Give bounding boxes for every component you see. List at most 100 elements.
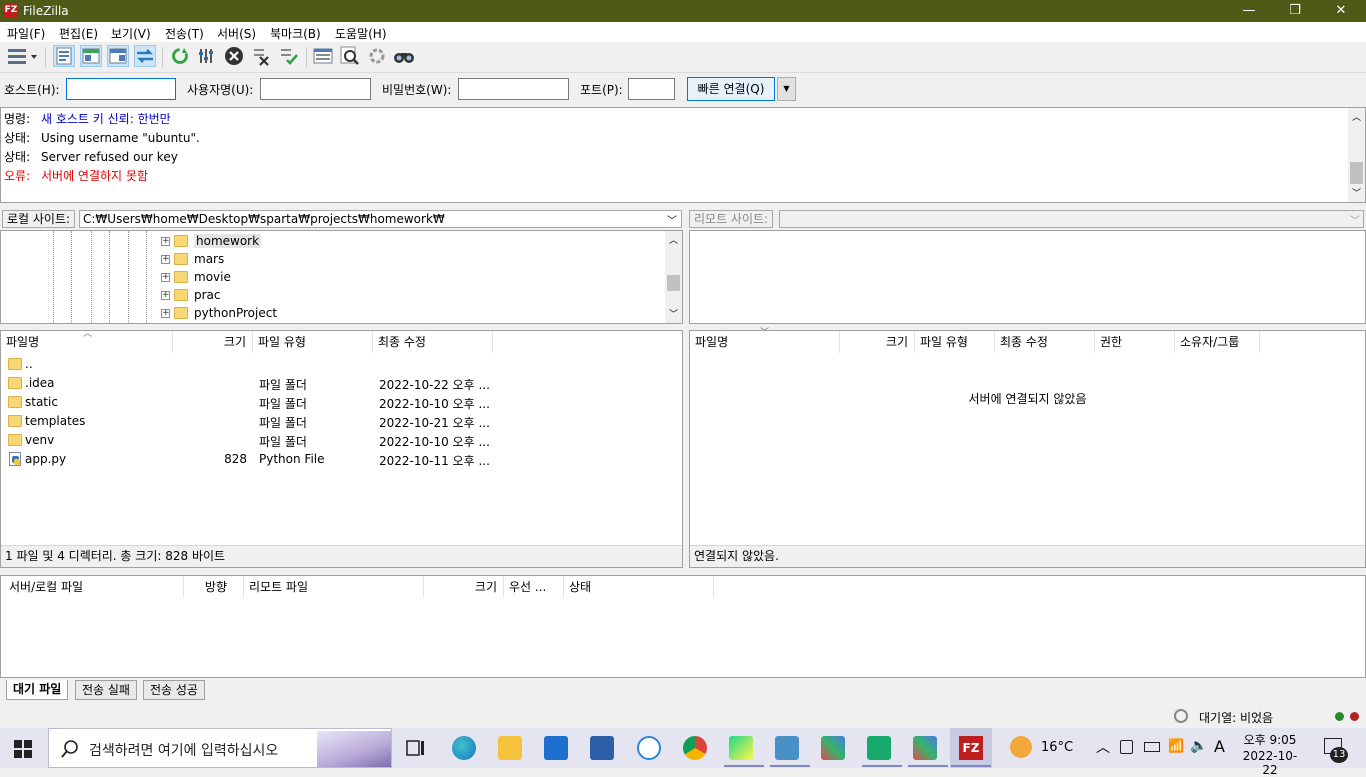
network-share-icon[interactable] [775, 736, 799, 760]
scroll-thumb[interactable] [667, 275, 680, 291]
tree-scrollbar[interactable]: ︿ ﹀ [665, 231, 682, 323]
tab-queued-files[interactable]: 대기 파일 [6, 680, 69, 700]
column-server-local-file[interactable]: 서버/로컬 파일 [4, 576, 184, 598]
speed-limit-icon[interactable] [1174, 709, 1188, 723]
local-path-dropdown-icon[interactable]: ﹀ [667, 212, 677, 227]
tab-successful-transfers[interactable]: 전송 성공 [143, 680, 205, 700]
column-priority[interactable]: 우선 ... [504, 576, 564, 598]
remote-path-dropdown-icon[interactable]: ﹀ [1350, 212, 1360, 227]
search-icon [61, 740, 78, 758]
table-row[interactable]: templates 파일 폴더 2022-10-21 오후 ... [1, 412, 682, 431]
table-row[interactable]: venv 파일 폴더 2022-10-10 오후 ... [1, 431, 682, 450]
toggle-log-icon[interactable] [53, 45, 75, 67]
folder-icon [8, 358, 22, 370]
table-row[interactable]: .idea 파일 폴더 2022-10-22 오후 ... [1, 374, 682, 393]
column-size[interactable]: 크기 [173, 331, 253, 353]
port-input[interactable] [628, 78, 675, 100]
internet-explorer-icon[interactable] [637, 736, 661, 760]
filezilla-taskbar-button[interactable]: FZ [950, 728, 992, 768]
quickconnect-dropdown-icon[interactable]: ▼ [777, 77, 796, 101]
weather-moon-icon[interactable] [1010, 736, 1032, 758]
column-modified[interactable]: 최종 수정 [373, 331, 493, 353]
toggle-remote-tree-icon[interactable] [107, 45, 129, 67]
column-type[interactable]: 파일 유형 [915, 331, 995, 353]
vim-icon[interactable] [867, 736, 891, 760]
table-row[interactable]: static 파일 폴더 2022-10-10 오후 ... [1, 393, 682, 412]
local-path-input[interactable]: C:₩Users₩home₩Desktop₩sparta₩projects₩ho… [79, 210, 682, 228]
toggle-queue-icon[interactable] [134, 45, 156, 67]
username-input[interactable] [260, 78, 371, 100]
toggle-local-tree-icon[interactable] [80, 45, 102, 67]
message-log: 명령: 새 호스트 키 신뢰: 한번만 상태: Using username "ub… [0, 107, 1366, 203]
close-button[interactable]: ✕ [1318, 0, 1364, 22]
cancel-operation-icon[interactable] [223, 45, 245, 67]
search-remote-files-icon[interactable] [393, 45, 415, 67]
chrome-icon[interactable] [683, 736, 707, 760]
menu-bookmarks[interactable]: 북마크(B) [270, 25, 321, 42]
scroll-down-icon[interactable]: ﹀ [1352, 186, 1361, 199]
menu-edit[interactable]: 편집(E) [59, 25, 98, 42]
tab-failed-transfers[interactable]: 전송 실패 [75, 680, 137, 700]
column-permissions[interactable]: 권한 [1095, 331, 1175, 353]
column-remote-file[interactable]: 리모트 파일 [244, 576, 424, 598]
clock-time[interactable]: 오후 9:05 [1238, 731, 1302, 748]
windows-start-icon[interactable] [14, 740, 32, 758]
battery-icon[interactable] [1144, 742, 1160, 752]
minimize-button[interactable]: — [1226, 0, 1272, 22]
quickconnect-button[interactable]: 빠른 연결(Q) [687, 77, 775, 101]
column-status[interactable]: 상태 [564, 576, 714, 598]
scroll-up-icon[interactable]: ︿ [1352, 110, 1361, 123]
column-size[interactable]: 크기 [840, 331, 915, 353]
file-explorer-icon[interactable] [498, 736, 522, 760]
table-row[interactable]: .. [1, 355, 682, 374]
log-text: Server refused our key [41, 150, 178, 164]
menu-file[interactable]: 파일(F) [7, 25, 45, 42]
pycharm-icon[interactable] [729, 736, 753, 760]
wifi-icon[interactable]: 📶 [1168, 739, 1184, 754]
refresh-icon[interactable] [169, 45, 191, 67]
show-hidden-icons-icon[interactable]: ︿ [1096, 737, 1110, 757]
menu-transfer[interactable]: 전송(T) [165, 25, 204, 42]
volume-icon[interactable]: 🔈 [1190, 738, 1207, 754]
clock-date[interactable]: 2022-10-22 [1238, 749, 1302, 777]
meet-now-icon[interactable] [1120, 740, 1133, 754]
task-view-icon[interactable] [406, 739, 426, 757]
sync-browsing-icon[interactable] [366, 45, 388, 67]
log-scrollbar[interactable]: ︿ ﹀ [1348, 108, 1365, 202]
store-icon[interactable] [590, 736, 614, 760]
menu-view[interactable]: 보기(V) [111, 25, 151, 42]
weather-temperature[interactable]: 16°C [1041, 740, 1073, 755]
process-queue-icon[interactable] [196, 45, 218, 67]
directory-listing-filter-icon[interactable] [312, 45, 334, 67]
menu-server[interactable]: 서버(S) [217, 25, 256, 42]
column-type[interactable]: 파일 유형 [253, 331, 373, 353]
taskbar-search-box[interactable]: 검색하려면 여기에 입력하십시오 [48, 728, 392, 768]
tree-item[interactable]: + homework [161, 232, 262, 250]
column-modified[interactable]: 최종 수정 [995, 331, 1095, 353]
reconnect-icon[interactable] [278, 45, 300, 67]
scroll-up-icon[interactable]: ︿ [669, 233, 678, 246]
scroll-thumb[interactable] [1350, 162, 1363, 184]
scroll-down-icon[interactable]: ﹀ [669, 307, 678, 320]
remote-path-input[interactable] [779, 210, 1364, 228]
site-manager-icon[interactable] [5, 45, 39, 67]
column-size[interactable]: 크기 [424, 576, 504, 598]
tree-item[interactable]: + prac [161, 286, 221, 304]
edge-icon[interactable] [452, 736, 476, 760]
maximize-button[interactable]: ❐ [1272, 0, 1318, 22]
tree-item[interactable]: + mars [161, 250, 224, 268]
table-row[interactable]: app.py 828 Python File 2022-10-11 오후 ... [1, 450, 682, 469]
tree-item[interactable]: + pythonProject [161, 304, 277, 322]
toggle-filename-filter-icon[interactable] [339, 45, 361, 67]
sourcetree-icon[interactable] [821, 736, 845, 760]
tree-item[interactable]: + movie [161, 268, 231, 286]
ime-indicator[interactable]: A [1214, 737, 1225, 756]
password-input[interactable] [458, 78, 569, 100]
git-client-icon[interactable] [913, 736, 937, 760]
host-input[interactable] [66, 78, 176, 100]
mail-icon[interactable] [544, 736, 568, 760]
column-direction[interactable]: 방향 [184, 576, 244, 598]
disconnect-icon[interactable] [251, 45, 273, 67]
menu-help[interactable]: 도움말(H) [335, 25, 387, 42]
column-owner-group[interactable]: 소유자/그룹 [1175, 331, 1260, 353]
